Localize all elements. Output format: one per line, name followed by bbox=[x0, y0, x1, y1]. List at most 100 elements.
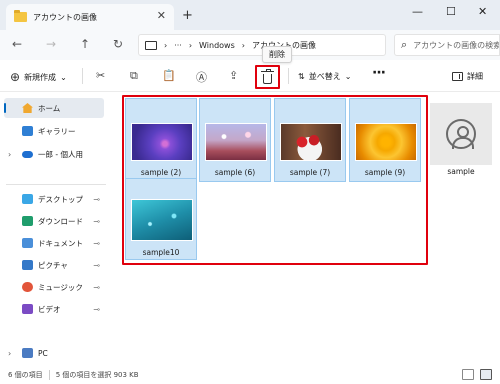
copy-icon[interactable]: ⧉ bbox=[130, 69, 138, 83]
file-name: sample (7) bbox=[289, 168, 331, 177]
back-button[interactable]: ← bbox=[12, 37, 22, 51]
more-options-button[interactable]: ··· bbox=[372, 65, 386, 81]
navigation-pane: ホーム ギャラリー › 一郎 - 個人用 デスクトップ ⊸ ダウンロード ⊸ ド… bbox=[0, 92, 112, 366]
image-thumbnail bbox=[355, 123, 417, 161]
download-icon bbox=[22, 216, 33, 226]
desktop-icon bbox=[22, 194, 33, 204]
divider bbox=[82, 68, 83, 84]
sidebar-item-pictures[interactable]: ピクチャ ⊸ bbox=[4, 255, 104, 275]
file-item[interactable]: sample bbox=[425, 98, 497, 182]
tab-close-icon[interactable]: ✕ bbox=[157, 9, 166, 22]
command-bar: ⊕ 新規作成 ⌄ ✂ ⧉ 📋 Ⓐ ⇪ ⇅ 並べ替え ⌄ ··· 詳細 bbox=[0, 60, 500, 92]
image-thumbnail bbox=[205, 123, 267, 161]
chevron-down-icon: ⌄ bbox=[344, 72, 352, 81]
chevron-right-icon[interactable]: › bbox=[8, 150, 11, 159]
share-icon[interactable]: ⇪ bbox=[229, 69, 238, 82]
plus-icon: ⊕ bbox=[10, 70, 21, 84]
cloud-icon bbox=[22, 150, 33, 158]
sort-icon: ⇅ bbox=[298, 72, 305, 81]
file-name: sample (6) bbox=[214, 168, 256, 177]
pc-icon bbox=[22, 348, 33, 358]
new-button[interactable]: ⊕ 新規作成 ⌄ bbox=[10, 70, 67, 84]
minimize-button[interactable]: — bbox=[412, 5, 423, 18]
sidebar-item-downloads[interactable]: ダウンロード ⊸ bbox=[4, 211, 104, 231]
sort-button[interactable]: ⇅ 並べ替え ⌄ bbox=[298, 71, 351, 82]
divider bbox=[6, 184, 106, 185]
sidebar-item-label: デスクトップ bbox=[38, 194, 83, 204]
pin-icon: ⊸ bbox=[93, 304, 100, 314]
search-input[interactable]: アカウントの画像の検索 bbox=[413, 40, 499, 51]
image-thumbnail bbox=[131, 199, 193, 241]
image-thumbnail bbox=[430, 103, 492, 165]
pin-icon: ⊸ bbox=[93, 216, 100, 226]
music-icon bbox=[22, 282, 33, 292]
breadcrumb-ellipsis[interactable]: ··· bbox=[174, 41, 182, 50]
folder-icon bbox=[14, 10, 27, 22]
sidebar-item-videos[interactable]: ビデオ ⊸ bbox=[4, 299, 104, 319]
new-label: 新規作成 bbox=[24, 72, 57, 82]
close-button[interactable]: ✕ bbox=[478, 5, 487, 18]
breadcrumb-chevron: › bbox=[241, 40, 245, 50]
file-name: sample (9) bbox=[364, 168, 406, 177]
sidebar-item-label: ドキュメント bbox=[38, 238, 83, 248]
sidebar-item-label: ミュージック bbox=[38, 282, 83, 292]
sidebar-item-label: 一郎 - 個人用 bbox=[38, 149, 83, 159]
delete-button[interactable] bbox=[255, 65, 280, 89]
details-view-icon[interactable] bbox=[462, 369, 474, 380]
breadcrumb-windows[interactable]: Windows bbox=[199, 41, 235, 50]
sidebar-item-desktop[interactable]: デスクトップ ⊸ bbox=[4, 189, 104, 209]
file-item[interactable]: sample (9) bbox=[349, 98, 421, 182]
item-count: 6 個の項目 bbox=[8, 371, 43, 379]
forward-button[interactable]: → bbox=[46, 37, 56, 51]
file-item[interactable]: sample (2) bbox=[125, 98, 197, 182]
chevron-down-icon: ⌄ bbox=[60, 72, 67, 82]
file-name: sample (2) bbox=[140, 168, 182, 177]
chevron-right-icon[interactable]: › bbox=[8, 349, 11, 358]
tab-title: アカウントの画像 bbox=[33, 12, 97, 22]
file-item[interactable]: sample10 bbox=[125, 178, 197, 260]
sidebar-item-label: ダウンロード bbox=[38, 216, 83, 226]
details-pane-icon bbox=[452, 72, 463, 81]
file-name: sample10 bbox=[142, 248, 180, 257]
sort-label: 並べ替え bbox=[308, 72, 341, 81]
breadcrumb-chevron: › bbox=[188, 40, 193, 50]
view-toggle bbox=[462, 369, 492, 380]
pictures-icon bbox=[22, 260, 33, 270]
image-thumbnail bbox=[131, 123, 193, 161]
large-icons-view-icon[interactable] bbox=[480, 369, 492, 380]
search-icon: ⌕ bbox=[401, 38, 408, 51]
paste-icon[interactable]: 📋 bbox=[162, 69, 176, 82]
sidebar-item-label: ピクチャ bbox=[38, 260, 68, 270]
sidebar-item-label: ギャラリー bbox=[38, 126, 76, 136]
divider bbox=[288, 68, 289, 84]
details-button[interactable]: 詳細 bbox=[452, 71, 483, 82]
file-item[interactable]: sample (6) bbox=[199, 98, 271, 182]
sidebar-item-home[interactable]: ホーム bbox=[4, 98, 104, 118]
sidebar-item-documents[interactable]: ドキュメント ⊸ bbox=[4, 233, 104, 253]
rename-icon[interactable]: Ⓐ bbox=[196, 69, 207, 85]
home-icon bbox=[22, 103, 33, 113]
pin-icon: ⊸ bbox=[93, 238, 100, 248]
documents-icon bbox=[22, 238, 33, 248]
sidebar-item-label: ホーム bbox=[38, 103, 61, 113]
image-thumbnail bbox=[280, 123, 342, 161]
sidebar-item-onedrive[interactable]: › 一郎 - 個人用 bbox=[4, 144, 104, 164]
up-button[interactable]: ↑ bbox=[80, 37, 90, 51]
new-tab-button[interactable]: + bbox=[182, 8, 193, 23]
video-icon bbox=[22, 304, 33, 314]
maximize-button[interactable]: ☐ bbox=[446, 5, 456, 18]
search-box[interactable]: ⌕ アカウントの画像の検索 bbox=[394, 34, 500, 56]
sidebar-item-label: PC bbox=[38, 348, 48, 358]
pc-icon bbox=[145, 40, 157, 50]
sidebar-item-pc[interactable]: › PC bbox=[4, 343, 104, 363]
pin-icon: ⊸ bbox=[93, 260, 100, 270]
pin-icon: ⊸ bbox=[93, 194, 100, 204]
cut-icon[interactable]: ✂ bbox=[96, 69, 105, 82]
file-item[interactable]: sample (7) bbox=[274, 98, 346, 182]
sidebar-item-music[interactable]: ミュージック ⊸ bbox=[4, 277, 104, 297]
address-toolbar: ← → ↑ ↻ › ··· › Windows › アカウントの画像 ⌕ アカウ… bbox=[0, 30, 500, 60]
tab-account-pictures[interactable]: アカウントの画像 ✕ bbox=[6, 4, 174, 30]
refresh-button[interactable]: ↻ bbox=[113, 37, 123, 51]
sidebar-item-gallery[interactable]: ギャラリー bbox=[4, 121, 104, 141]
title-bar: アカウントの画像 ✕ + — ☐ ✕ bbox=[0, 0, 500, 30]
